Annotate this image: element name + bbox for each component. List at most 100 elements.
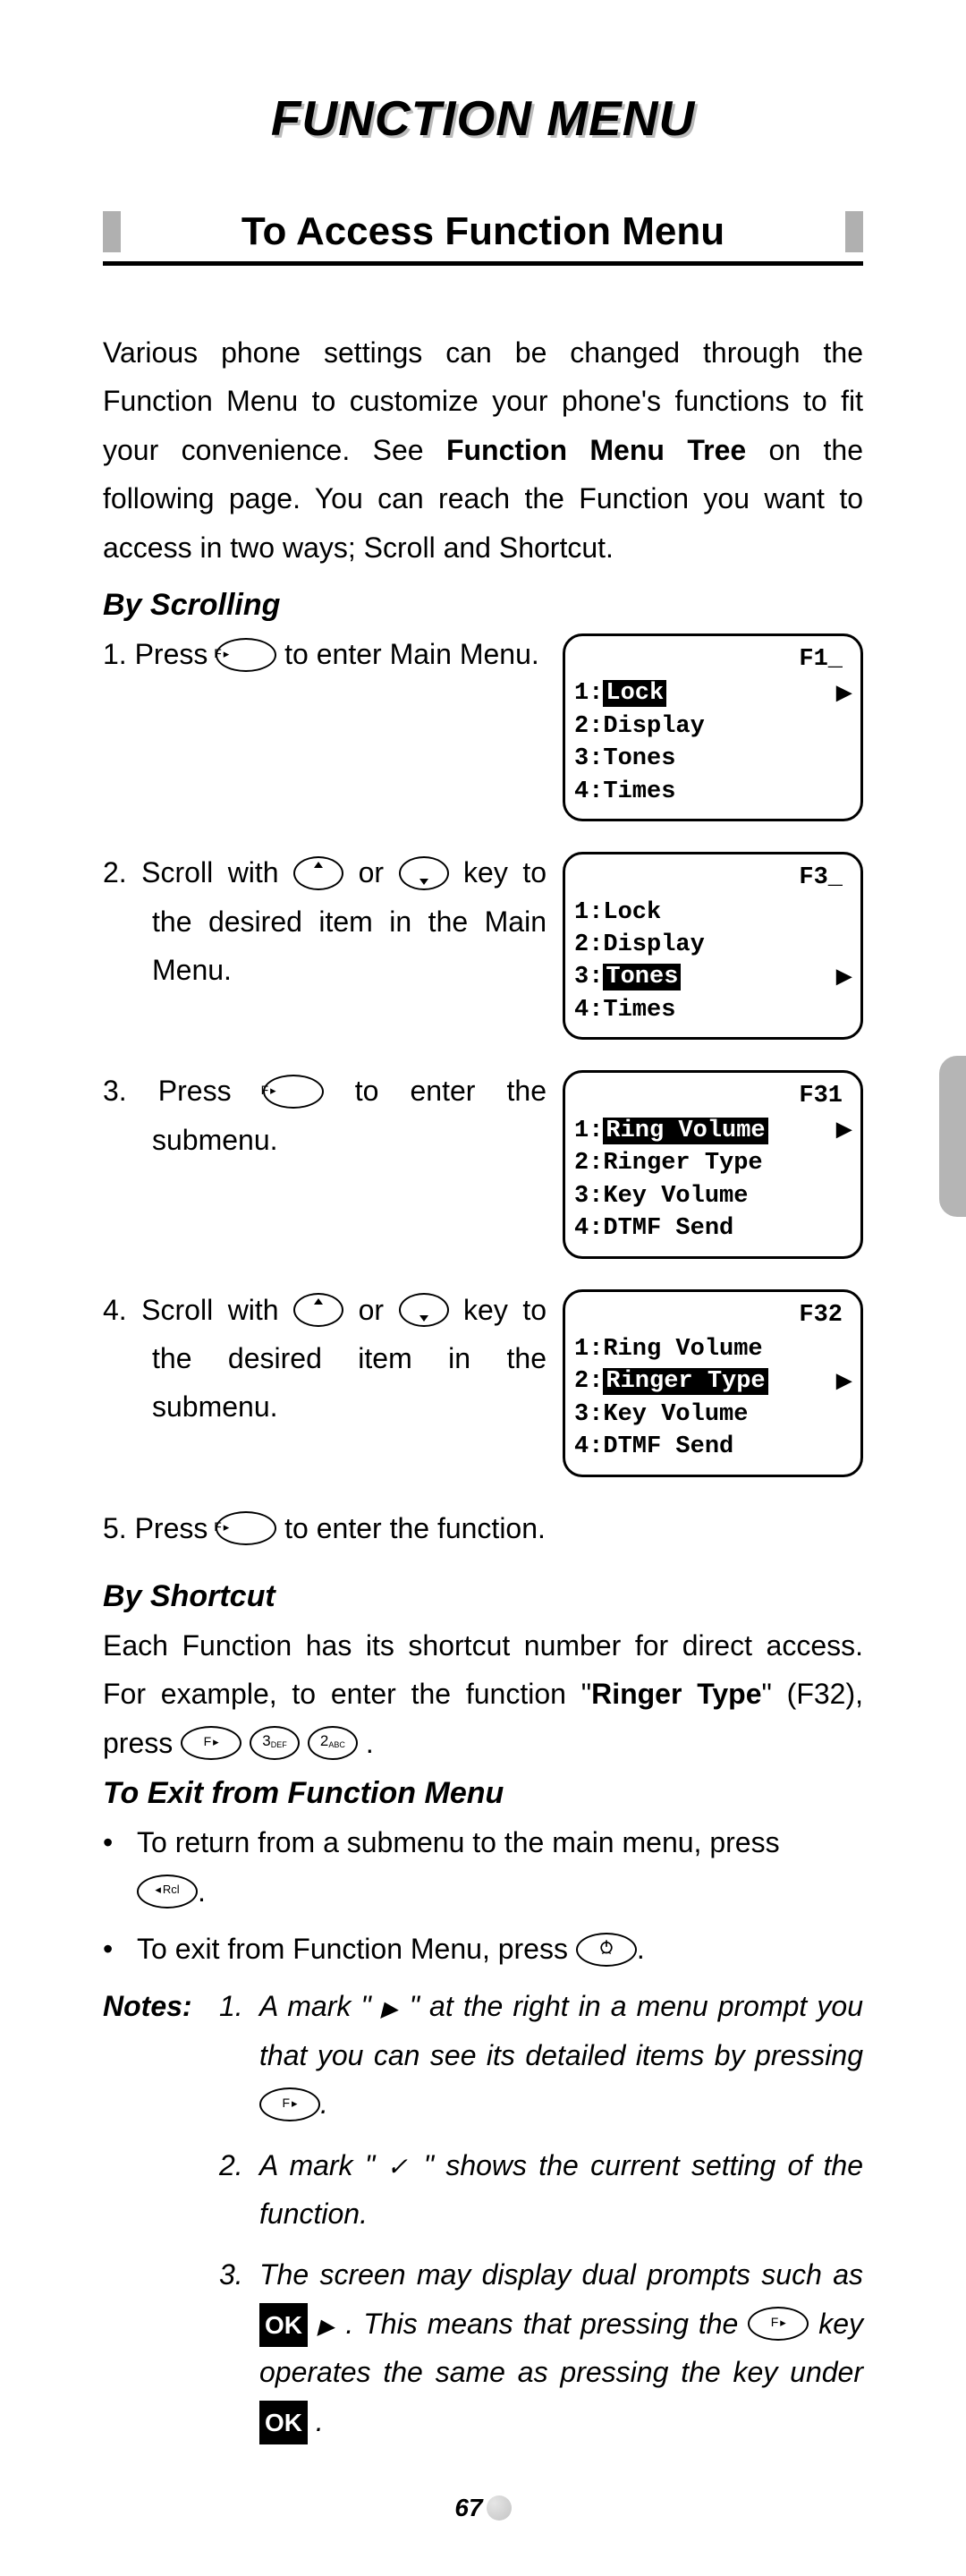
t: . bbox=[366, 1727, 374, 1759]
arrow-icon: ▶ bbox=[836, 1369, 852, 1396]
step-2-text: 2. Scroll with or key to the desired ite… bbox=[103, 848, 563, 994]
arrow-icon: ▶ bbox=[836, 1118, 852, 1144]
bullet-1: • To return from a submenu to the main m… bbox=[103, 1818, 863, 1916]
bullet-icon: • bbox=[103, 1818, 137, 1916]
up-key-icon bbox=[293, 1293, 343, 1327]
n: 3: bbox=[574, 1401, 603, 1428]
t: to enter the function. bbox=[276, 1512, 546, 1544]
heading-cap-right bbox=[845, 211, 863, 252]
note-2: 2. A mark " ✓ " shows the current settin… bbox=[219, 2141, 863, 2239]
k: 3 bbox=[262, 1732, 270, 1749]
f-key-icon bbox=[748, 2307, 809, 2341]
step-1-text: 1. Press to enter Main Menu. bbox=[103, 630, 563, 678]
t: 5. Press bbox=[103, 1512, 216, 1544]
item: Ringer Type bbox=[603, 1150, 762, 1177]
n: 2: bbox=[574, 713, 603, 740]
shortcut-bold: Ringer Type bbox=[591, 1678, 761, 1710]
n: 4: bbox=[574, 997, 603, 1024]
k: ABC bbox=[328, 1740, 345, 1749]
heading-cap-left bbox=[103, 211, 121, 252]
f-key-icon bbox=[216, 638, 276, 672]
screen-f3: F3_ 1:Lock 2:Display 3:Tones▶ 4:Times bbox=[563, 852, 863, 1040]
step-5-text: 5. Press to enter the function. bbox=[103, 1504, 863, 1552]
screen-f32: F32 1:Ring Volume 2:Ringer Type▶ 3:Key V… bbox=[563, 1289, 863, 1477]
key-2-icon: 2ABC bbox=[308, 1726, 358, 1760]
t: A mark " bbox=[259, 1990, 381, 2022]
scrolling-steps: 1. Press to enter Main Menu. F1_ 1:Lock ▶… bbox=[103, 630, 863, 1552]
k: 2 bbox=[320, 1732, 328, 1749]
subheading-scrolling: By Scrolling bbox=[103, 588, 863, 623]
t: . bbox=[316, 2405, 324, 2437]
notes-label: Notes: bbox=[103, 1982, 219, 2458]
ok-label: OK bbox=[259, 2303, 308, 2348]
step-1: 1. Press to enter Main Menu. F1_ 1:Lock▶… bbox=[103, 630, 863, 821]
t: or bbox=[343, 1294, 398, 1326]
heading-underline bbox=[103, 261, 863, 266]
subheading-exit: To Exit from Function Menu bbox=[103, 1776, 863, 1811]
k: Rcl bbox=[163, 1883, 180, 1896]
n: 4: bbox=[574, 1433, 603, 1460]
item: DTMF Send bbox=[603, 1215, 733, 1242]
bullet-2: • To exit from Function Menu, press . bbox=[103, 1925, 863, 1973]
t: To return from a submenu to the main men… bbox=[137, 1826, 780, 1858]
n: 1: bbox=[574, 899, 603, 926]
rcl-key-icon: Rcl bbox=[137, 1875, 198, 1909]
t: 2. Scroll with bbox=[103, 856, 293, 888]
note-3: 3. The screen may display dual prompts s… bbox=[219, 2250, 863, 2445]
triangle-right-icon: ▶ bbox=[381, 1997, 400, 2021]
step-2: 2. Scroll with or key to the desired ite… bbox=[103, 848, 863, 1040]
shortcut-paragraph: Each Function has its shortcut number fo… bbox=[103, 1621, 863, 1767]
note-1: 1. A mark " ▶ " at the right in a menu p… bbox=[219, 1982, 863, 2128]
intro-paragraph: Various phone settings can be changed th… bbox=[103, 328, 863, 572]
item: Times bbox=[603, 997, 675, 1024]
page-number: 67 bbox=[103, 2494, 863, 2522]
notes-list: 1. A mark " ▶ " at the right in a menu p… bbox=[219, 1982, 863, 2458]
thumb-tab bbox=[939, 1056, 966, 1217]
item: Ringer Type bbox=[603, 1368, 767, 1395]
n: 3: bbox=[574, 964, 603, 990]
bullet-text: To return from a submenu to the main men… bbox=[137, 1818, 863, 1916]
note-text: A mark " ✓ " shows the current setting o… bbox=[259, 2141, 863, 2239]
step-4-text: 4. Scroll with or key to the desired ite… bbox=[103, 1286, 563, 1432]
arrow-icon: ▶ bbox=[836, 965, 852, 991]
n: 3: bbox=[574, 745, 603, 772]
t: To exit from Function Menu, press bbox=[137, 1933, 576, 1965]
down-key-icon bbox=[399, 856, 449, 890]
f-key-icon bbox=[259, 2087, 320, 2121]
bullet-icon: • bbox=[103, 1925, 137, 1973]
checkmark-icon: ✓ bbox=[387, 2153, 412, 2181]
item: DTMF Send bbox=[603, 1433, 733, 1460]
item: Tones bbox=[603, 964, 681, 990]
section-title: To Access Function Menu bbox=[121, 209, 845, 254]
f-key-icon bbox=[263, 1075, 324, 1109]
section-heading: To Access Function Menu bbox=[103, 209, 863, 254]
screen-header: F1_ bbox=[574, 643, 852, 676]
k: DEF bbox=[271, 1740, 287, 1749]
item: Key Volume bbox=[603, 1183, 748, 1210]
step-4: 4. Scroll with or key to the desired ite… bbox=[103, 1286, 863, 1477]
item: Lock bbox=[603, 899, 661, 926]
t: 3. Press bbox=[103, 1075, 263, 1107]
notes-block: Notes: 1. A mark " ▶ " at the right in a… bbox=[103, 1982, 863, 2458]
item: Display bbox=[603, 931, 704, 958]
bullet-text: To exit from Function Menu, press . bbox=[137, 1925, 863, 1973]
t: . bbox=[198, 1875, 206, 1908]
t: The screen may display dual prompts such… bbox=[259, 2258, 863, 2291]
screen-header: F32 bbox=[574, 1299, 852, 1331]
t: . bbox=[637, 1933, 645, 1965]
page-title: FUNCTION MENU bbox=[103, 89, 863, 147]
intro-bold: Function Menu Tree bbox=[446, 434, 746, 466]
up-key-icon bbox=[293, 856, 343, 890]
step-3-text: 3. Press to enter the submenu. bbox=[103, 1067, 563, 1164]
n: 4: bbox=[574, 1215, 603, 1242]
subheading-shortcut: By Shortcut bbox=[103, 1579, 863, 1614]
key-3-icon: 3DEF bbox=[250, 1726, 300, 1760]
down-key-icon bbox=[399, 1293, 449, 1327]
manual-page: FUNCTION MENU To Access Function Menu Va… bbox=[0, 0, 966, 2576]
screen-header: F31 bbox=[574, 1080, 852, 1112]
note-num: 2. bbox=[219, 2141, 259, 2239]
t: . This means that pressing the bbox=[335, 2308, 748, 2340]
n: 3: bbox=[574, 1183, 603, 1210]
item: Ring Volume bbox=[603, 1336, 762, 1363]
step-5: 5. Press to enter the function. bbox=[103, 1504, 863, 1552]
